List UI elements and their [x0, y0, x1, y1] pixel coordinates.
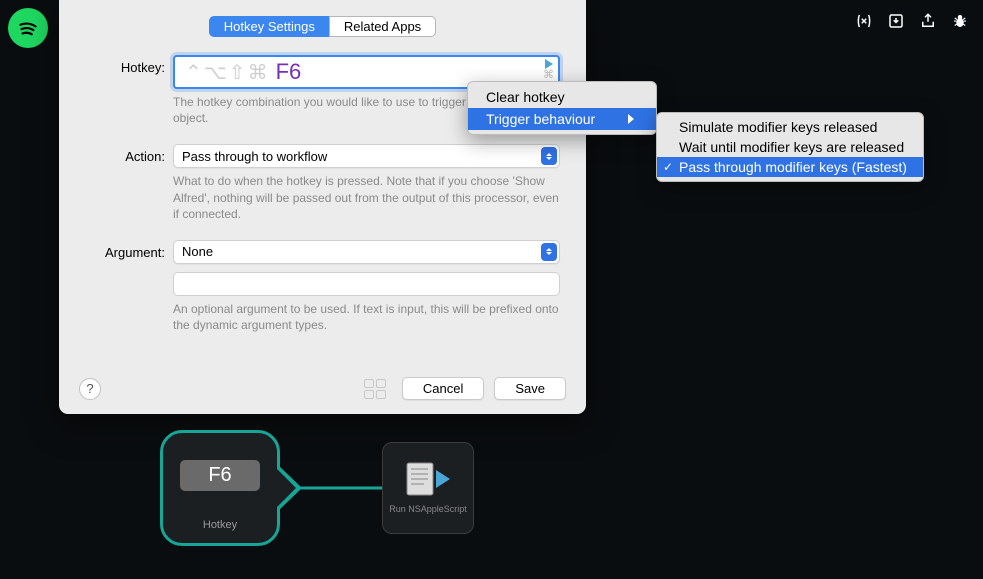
argument-label: Argument: — [85, 240, 165, 260]
hotkey-key-display: F6 — [276, 59, 302, 85]
node-connector — [298, 487, 384, 490]
sheet-footer: ? Cancel Save — [59, 377, 586, 400]
submenu-item-passthrough[interactable]: Pass through modifier keys (Fastest) — [657, 157, 923, 177]
hotkey-settings-sheet: Hotkey Settings Related Apps Hotkey: ⌃⌥⇧… — [59, 0, 586, 414]
stepper-icon — [541, 147, 557, 165]
action-label: Action: — [85, 144, 165, 164]
menu-item-clear-hotkey[interactable]: Clear hotkey — [468, 86, 656, 108]
spotify-app-icon[interactable] — [8, 8, 48, 48]
submenu-arrow-icon — [628, 114, 634, 124]
menu-item-trigger-behaviour[interactable]: Trigger behaviour — [468, 108, 656, 130]
help-button[interactable]: ? — [79, 378, 101, 400]
debug-icon[interactable] — [951, 12, 969, 30]
play-icon — [436, 470, 450, 488]
action-select[interactable]: Pass through to workflow — [173, 144, 560, 168]
hotkey-keycap: F6 — [180, 460, 259, 491]
settings-tabs: Hotkey Settings Related Apps — [59, 16, 586, 37]
trigger-behaviour-submenu: Simulate modifier keys released Wait unt… — [656, 112, 924, 182]
menu-item-label: Simulate modifier keys released — [679, 119, 877, 135]
download-icon[interactable] — [887, 12, 905, 30]
workflow-canvas[interactable]: F6 Hotkey Run NSAppleScript — [160, 430, 474, 546]
hotkey-menu-indicator-icon[interactable]: ⌘ — [543, 59, 554, 81]
node-label: Run NSAppleScript — [389, 504, 467, 514]
modifier-glyphs: ⌃⌥⇧⌘ — [185, 60, 270, 85]
menu-item-label: Trigger behaviour — [486, 111, 595, 127]
hotkey-label: Hotkey: — [85, 55, 165, 75]
submenu-item-simulate[interactable]: Simulate modifier keys released — [657, 117, 923, 137]
node-label: Hotkey — [203, 519, 237, 531]
workflow-node-script[interactable]: Run NSAppleScript — [382, 442, 474, 534]
argument-help-text: An optional argument to be used. If text… — [173, 301, 560, 333]
grid-icon[interactable] — [364, 379, 386, 399]
argument-text-input[interactable] — [173, 272, 560, 296]
submenu-item-wait[interactable]: Wait until modifier keys are released — [657, 137, 923, 157]
workflow-node-hotkey[interactable]: F6 Hotkey — [160, 430, 280, 546]
hotkey-context-menu: Clear hotkey Trigger behaviour — [467, 81, 657, 135]
menu-item-label: Wait until modifier keys are released — [679, 139, 904, 155]
save-button[interactable]: Save — [494, 377, 566, 400]
tab-related-apps[interactable]: Related Apps — [329, 16, 436, 37]
action-help-text: What to do when the hotkey is pressed. N… — [173, 173, 560, 222]
action-select-value: Pass through to workflow — [182, 149, 327, 164]
stepper-icon — [541, 243, 557, 261]
document-icon — [406, 462, 434, 496]
argument-select-value: None — [182, 244, 213, 259]
variables-icon[interactable] — [855, 12, 873, 30]
argument-select[interactable]: None — [173, 240, 560, 264]
menubar — [855, 12, 969, 30]
share-icon[interactable] — [919, 12, 937, 30]
menu-item-label: Clear hotkey — [486, 89, 565, 105]
tab-hotkey-settings[interactable]: Hotkey Settings — [209, 16, 329, 37]
menu-item-label: Pass through modifier keys (Fastest) — [679, 159, 907, 175]
cancel-button[interactable]: Cancel — [402, 377, 484, 400]
